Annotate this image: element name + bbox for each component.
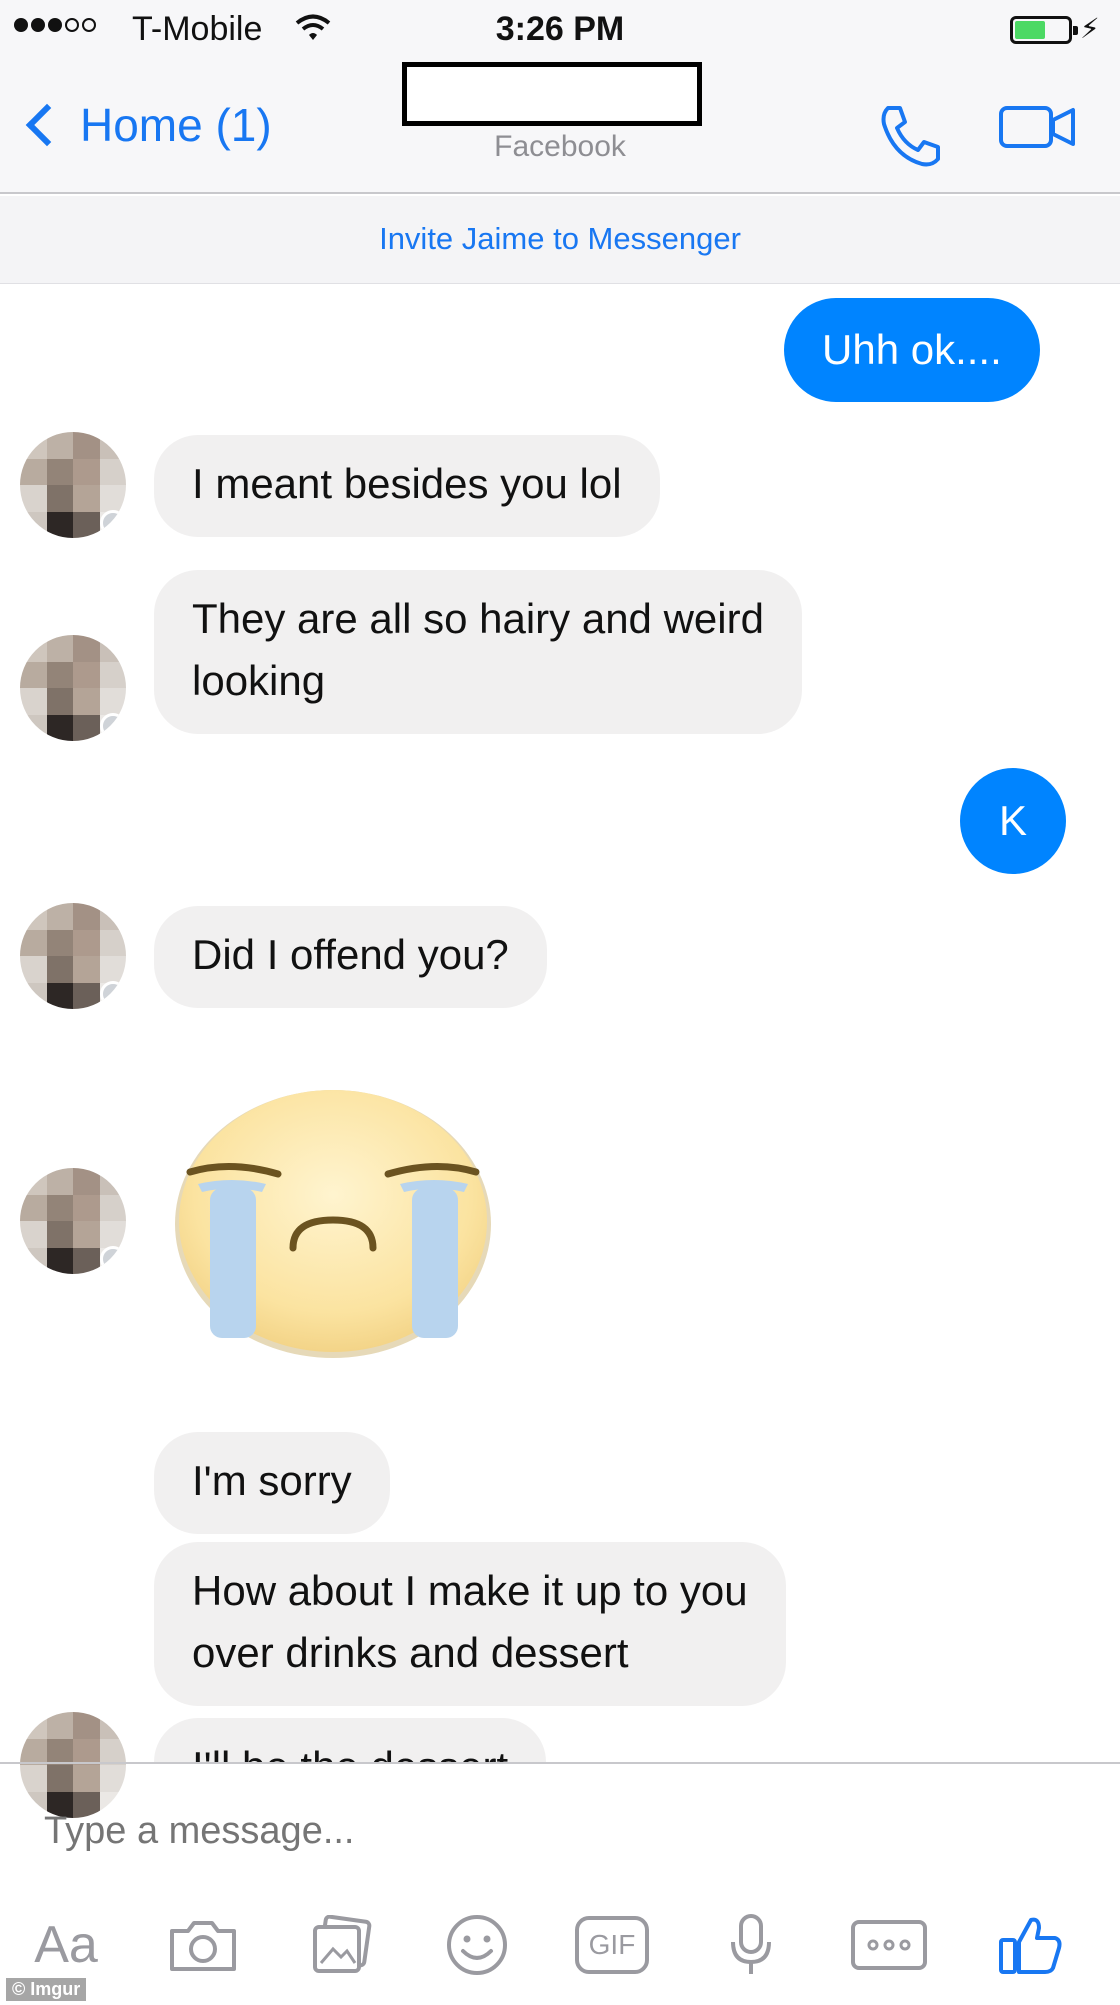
phone-call-icon[interactable] bbox=[874, 100, 946, 172]
watermark: © Imgur bbox=[6, 1978, 87, 2001]
message-bubble-incoming[interactable]: Did I offend you? bbox=[154, 906, 547, 1008]
status-bar: T-Mobile 3:26 PM ⚡ bbox=[0, 0, 1120, 62]
emoji-icon bbox=[447, 1915, 507, 1975]
more-icon bbox=[851, 1920, 927, 1970]
photo-button[interactable] bbox=[304, 1900, 378, 1990]
contact-avatar[interactable] bbox=[20, 1168, 126, 1274]
conversation-subtitle: Facebook bbox=[494, 130, 626, 163]
clock: 3:26 PM bbox=[495, 10, 625, 48]
gif-label: GIF bbox=[588, 1929, 636, 1960]
message-bubble-incoming[interactable]: How about I make it up to you over drink… bbox=[154, 1542, 786, 1706]
messenger-badge-icon bbox=[100, 713, 126, 739]
message-bubble-incoming[interactable]: They are all so hairy and weird looking bbox=[154, 570, 802, 734]
partially-hidden-message-area: I'll be the dessert bbox=[0, 1700, 1120, 1762]
message-bubble-outgoing[interactable]: K bbox=[960, 768, 1066, 874]
gif-button[interactable]: GIF bbox=[572, 1900, 652, 1990]
gif-icon: GIF bbox=[575, 1916, 649, 1974]
charging-bolt-icon: ⚡ bbox=[1080, 13, 1100, 44]
message-bubble-outgoing[interactable]: Uhh ok.... bbox=[784, 298, 1040, 402]
like-icon bbox=[999, 1917, 1062, 1974]
messenger-badge-icon bbox=[100, 981, 126, 1007]
redacted-contact-name bbox=[402, 62, 702, 126]
composer-divider bbox=[0, 1762, 1120, 1764]
camera-icon bbox=[170, 1921, 236, 1971]
photo-icon bbox=[313, 1915, 372, 1973]
message-line: They are all so hairy and weird bbox=[192, 595, 764, 642]
contact-avatar[interactable] bbox=[20, 432, 126, 538]
emoji-button[interactable] bbox=[440, 1900, 514, 1990]
text-format-button[interactable]: Aa bbox=[26, 1900, 106, 1990]
invite-to-messenger-link[interactable]: Invite Jaime to Messenger bbox=[0, 196, 1120, 284]
message-bubble-incoming[interactable]: I'm sorry bbox=[154, 1432, 390, 1534]
crying-face-sticker[interactable] bbox=[170, 1080, 496, 1362]
composer-toolbar: Aa GIF bbox=[0, 1900, 1120, 1990]
contact-avatar[interactable] bbox=[20, 635, 126, 741]
camera-button[interactable] bbox=[166, 1900, 240, 1990]
video-call-icon[interactable] bbox=[998, 104, 1078, 150]
microphone-icon bbox=[731, 1914, 771, 1974]
microphone-button[interactable] bbox=[714, 1900, 788, 1990]
messenger-badge-icon bbox=[100, 510, 126, 536]
messenger-badge-icon bbox=[100, 1246, 126, 1272]
more-options-button[interactable] bbox=[846, 1900, 932, 1990]
message-bubble-incoming[interactable]: I meant besides you lol bbox=[154, 435, 660, 537]
message-line: How about I make it up to you bbox=[192, 1567, 748, 1614]
contact-avatar[interactable] bbox=[20, 1712, 126, 1818]
message-line: over drinks and dessert bbox=[192, 1629, 629, 1676]
conversation-header: Home (1) Facebook bbox=[0, 62, 1120, 194]
like-button[interactable] bbox=[992, 1900, 1068, 1990]
message-input[interactable] bbox=[44, 1810, 1044, 1853]
battery-icon bbox=[1010, 16, 1078, 44]
message-bubble-incoming[interactable]: I'll be the dessert bbox=[154, 1718, 547, 1762]
contact-avatar[interactable] bbox=[20, 903, 126, 1009]
message-line: looking bbox=[192, 657, 326, 704]
